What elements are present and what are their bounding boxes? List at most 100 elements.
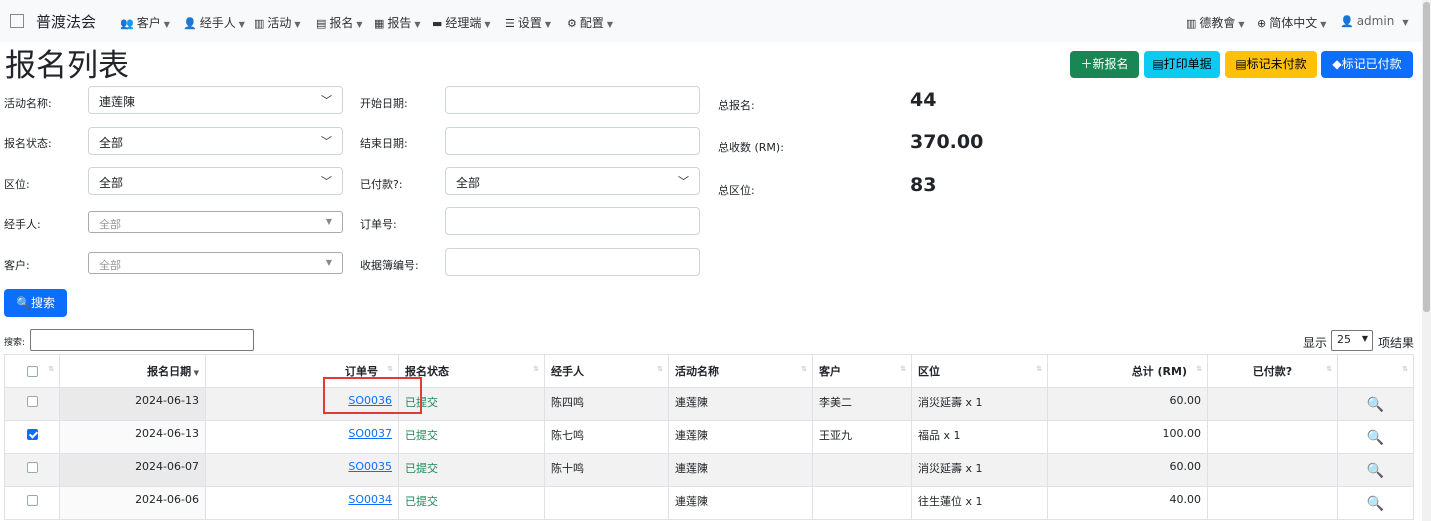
header-label: 客户: [819, 365, 841, 378]
page-length-select[interactable]: 25 ▼: [1331, 330, 1373, 351]
order-no-input[interactable]: [445, 207, 700, 235]
brand[interactable]: 普渡法会: [10, 11, 96, 32]
paid-cell: [1207, 420, 1338, 454]
total-cell: 100.00: [1047, 420, 1208, 454]
search-icon[interactable]: 🔍: [1344, 463, 1407, 479]
nav-org-switch[interactable]: ▥ 德教會 ▼: [1186, 14, 1245, 31]
zone-select[interactable]: 全部 ﹀: [88, 167, 343, 195]
nav-label: 经理端: [445, 16, 482, 30]
receipt-no-input[interactable]: [445, 248, 700, 276]
scrollbar-thumb[interactable]: [1423, 2, 1430, 312]
table-search-input[interactable]: [30, 329, 254, 351]
table-row: 2024-06-13 SO0036 已提交 陈四鸣 連莲陳 李美二 消災延壽 x…: [4, 387, 1414, 421]
header-date[interactable]: 报名日期 ▼: [59, 354, 206, 388]
print-receipt-button[interactable]: ▤打印单据: [1144, 51, 1220, 78]
nav-reports[interactable]: ▦ 报告 ▼: [374, 14, 421, 31]
header-label: 订单号: [345, 365, 378, 378]
select-all-checkbox[interactable]: [26, 366, 38, 377]
date-cell: 2024-06-13: [59, 387, 206, 421]
header-customer[interactable]: 客户 ⇅: [812, 354, 912, 388]
search-button[interactable]: 🔍搜索: [4, 289, 67, 317]
button-label: 打印单据: [1163, 57, 1212, 71]
activity-cell: 連莲陳: [668, 486, 813, 520]
order-link[interactable]: SO0035: [348, 460, 392, 473]
select-value: 全部: [456, 176, 481, 190]
header-label: 活动名称: [675, 365, 719, 378]
search-icon[interactable]: 🔍: [1344, 430, 1407, 446]
row-checkbox[interactable]: [26, 494, 38, 506]
header-paid[interactable]: 已付款? ⇅: [1207, 354, 1338, 388]
mark-paid-button[interactable]: ◆标记已付款: [1321, 51, 1413, 78]
report-icon: ▦: [374, 17, 385, 30]
start-date-input[interactable]: [445, 86, 700, 114]
customer-cell: 李美二: [812, 387, 912, 421]
header-zone[interactable]: 区位 ⇅: [911, 354, 1048, 388]
select-value: 全部: [99, 218, 121, 231]
row-select-cell[interactable]: [4, 420, 60, 454]
caret-down-icon: ▼: [544, 20, 552, 29]
button-label: 标记已付款: [1341, 57, 1402, 71]
paid-select[interactable]: 全部 ﹀: [445, 167, 700, 195]
sliders-icon: ☰: [505, 17, 515, 30]
table-row: 2024-06-06 SO0034 已提交 連莲陳 往生蓮位 x 1 40.00…: [4, 486, 1414, 520]
row-select-cell[interactable]: [4, 453, 60, 487]
header-activity[interactable]: 活动名称 ⇅: [668, 354, 813, 388]
row-select-cell[interactable]: [4, 387, 60, 421]
nav-user[interactable]: 👤 admin ▼: [1340, 14, 1408, 28]
top-navbar: 普渡法会 👥 客户 ▼ 👤 经手人 ▼ ▥ 活动 ▼ ▤ 报名 ▼ ▦ 报告 ▼ ▬ 经理端 ▼ ☰ 设置…: [0, 0, 1431, 42]
caret-down-icon: ▼: [294, 20, 301, 29]
nav-label: 设置: [517, 16, 542, 30]
header-order-no[interactable]: 订单号 ⇅: [205, 354, 399, 388]
total-income-label: 总收数 (RM):: [718, 141, 784, 154]
nav-registrations[interactable]: ▤ 报名 ▼: [316, 14, 363, 31]
sort-icon: ⇅: [1326, 365, 1332, 373]
search-icon[interactable]: 🔍: [1344, 496, 1407, 512]
total-cell: 40.00: [1047, 486, 1208, 520]
nav-settings[interactable]: ☰ 设置 ▼: [505, 14, 551, 31]
handler-select[interactable]: 全部 ▼: [88, 211, 343, 233]
caret-down-icon: ▼: [238, 20, 245, 29]
briefcase-icon: ▬: [432, 17, 443, 30]
header-handler[interactable]: 经手人 ⇅: [544, 354, 669, 388]
header-label: 已付款?: [1252, 365, 1293, 378]
nav-language[interactable]: ⊕ 简体中文 ▼: [1257, 14, 1326, 31]
activity-label: 活动名称:: [4, 97, 52, 110]
nav-manager[interactable]: ▬ 经理端 ▼: [432, 14, 491, 31]
header-status[interactable]: 报名状态 ⇅: [398, 354, 545, 388]
total-zones-value: 83: [910, 174, 937, 196]
new-registration-button[interactable]: ＋新报名: [1070, 51, 1139, 78]
sort-icon: ⇅: [801, 365, 807, 373]
end-date-input[interactable]: [445, 127, 700, 155]
sort-icon: ⇅: [1402, 365, 1408, 373]
row-checkbox[interactable]: [26, 428, 38, 440]
nav-handlers[interactable]: 👤 经手人 ▼: [183, 14, 245, 31]
status-select[interactable]: 全部 ﹀: [88, 127, 343, 155]
status-cell: 已提交: [398, 420, 545, 454]
order-link[interactable]: SO0036: [348, 394, 392, 407]
header-label: 总计 (RM): [1131, 365, 1187, 378]
mark-unpaid-button[interactable]: ▤标记未付款: [1225, 51, 1317, 78]
nav-config[interactable]: ⚙ 配置 ▼: [567, 14, 613, 31]
zone-cell: 消災延壽 x 1: [911, 387, 1048, 421]
select-all-header[interactable]: ⇅: [4, 354, 60, 388]
nav-customers[interactable]: 👥 客户 ▼: [120, 14, 170, 31]
header-total[interactable]: 总计 (RM) ⇅: [1047, 354, 1208, 388]
order-link[interactable]: SO0037: [348, 427, 392, 440]
search-icon[interactable]: 🔍: [1344, 397, 1407, 413]
row-checkbox[interactable]: [26, 461, 38, 473]
row-checkbox[interactable]: [26, 395, 38, 407]
sort-icon: ⇅: [387, 365, 393, 373]
sort-icon: ⇅: [533, 365, 539, 373]
row-select-cell[interactable]: [4, 486, 60, 520]
activity-select[interactable]: 連莲陳 ﹀: [88, 86, 343, 114]
page-scrollbar[interactable]: [1422, 0, 1431, 521]
handler-cell: 陈十鸣: [544, 453, 669, 487]
table-row: 2024-06-13 SO0037 已提交 陈七鸣 連莲陳 王亚九 福品 x 1…: [4, 420, 1414, 454]
customer-select[interactable]: 全部 ▼: [88, 252, 343, 274]
caret-down-icon: ▼: [1238, 20, 1245, 29]
order-link[interactable]: SO0034: [348, 493, 392, 506]
total-registrations-label: 总报名:: [718, 99, 755, 112]
status-cell: 已提交: [398, 387, 545, 421]
nav-activities[interactable]: ▥ 活动 ▼: [254, 14, 301, 31]
nav-label: 活动: [267, 16, 292, 30]
